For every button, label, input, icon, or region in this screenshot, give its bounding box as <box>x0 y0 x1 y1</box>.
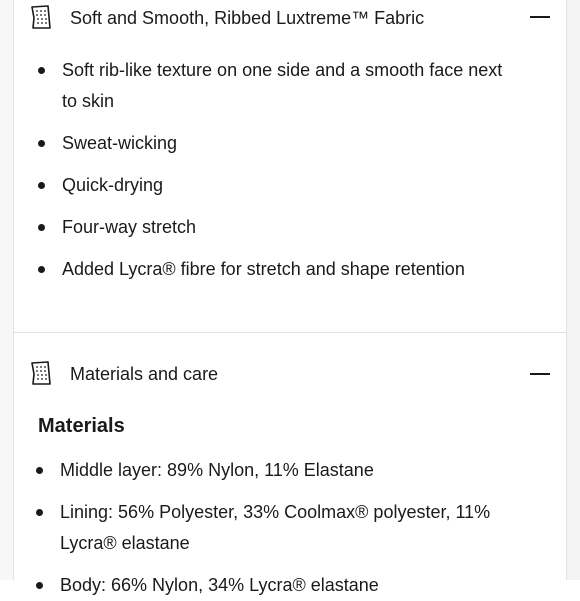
right-gutter <box>567 0 580 580</box>
list-item: Quick-drying <box>38 170 522 201</box>
panel-border-left <box>13 0 14 580</box>
collapse-icon[interactable] <box>530 16 550 18</box>
accordion-header-materials[interactable]: Materials and care <box>14 356 566 392</box>
section-divider <box>14 332 566 333</box>
left-gutter <box>0 0 13 580</box>
bullet-icon <box>38 182 45 189</box>
fabric-swatch-icon <box>31 5 51 29</box>
collapse-icon[interactable] <box>530 373 550 375</box>
list-item: Soft rib-like texture on one side and a … <box>38 55 522 117</box>
accordion-title: Soft and Smooth, Ribbed Luxtreme™ Fabric <box>70 8 425 28</box>
list-item: Added Lycra® fibre for stretch and shape… <box>38 254 522 285</box>
fabric-swatch-icon <box>31 361 51 385</box>
bullet-icon <box>38 224 45 231</box>
feature-list: Soft rib-like texture on one side and a … <box>38 55 522 285</box>
materials-heading: Materials <box>38 415 125 437</box>
accordion-header-fabric[interactable]: Soft and Smooth, Ribbed Luxtreme™ Fabric <box>14 0 566 36</box>
bullet-icon <box>36 582 43 589</box>
list-item: Body: 66% Nylon, 34% Lycra® elastane <box>36 570 500 601</box>
accordion-title: Materials and care <box>70 364 219 384</box>
bullet-icon <box>38 67 45 74</box>
list-item: Four-way stretch <box>38 212 522 243</box>
bullet-icon <box>36 509 43 516</box>
list-item: Lining: 56% Polyester, 33% Coolmax® poly… <box>36 497 500 559</box>
bullet-icon <box>36 467 43 474</box>
panel-border-right <box>566 0 567 580</box>
bullet-icon <box>38 266 45 273</box>
list-item: Middle layer: 89% Nylon, 11% Elastane <box>36 455 500 486</box>
materials-list: Middle layer: 89% Nylon, 11% Elastane Li… <box>36 455 500 601</box>
list-item: Sweat-wicking <box>38 128 522 159</box>
bullet-icon <box>38 140 45 147</box>
